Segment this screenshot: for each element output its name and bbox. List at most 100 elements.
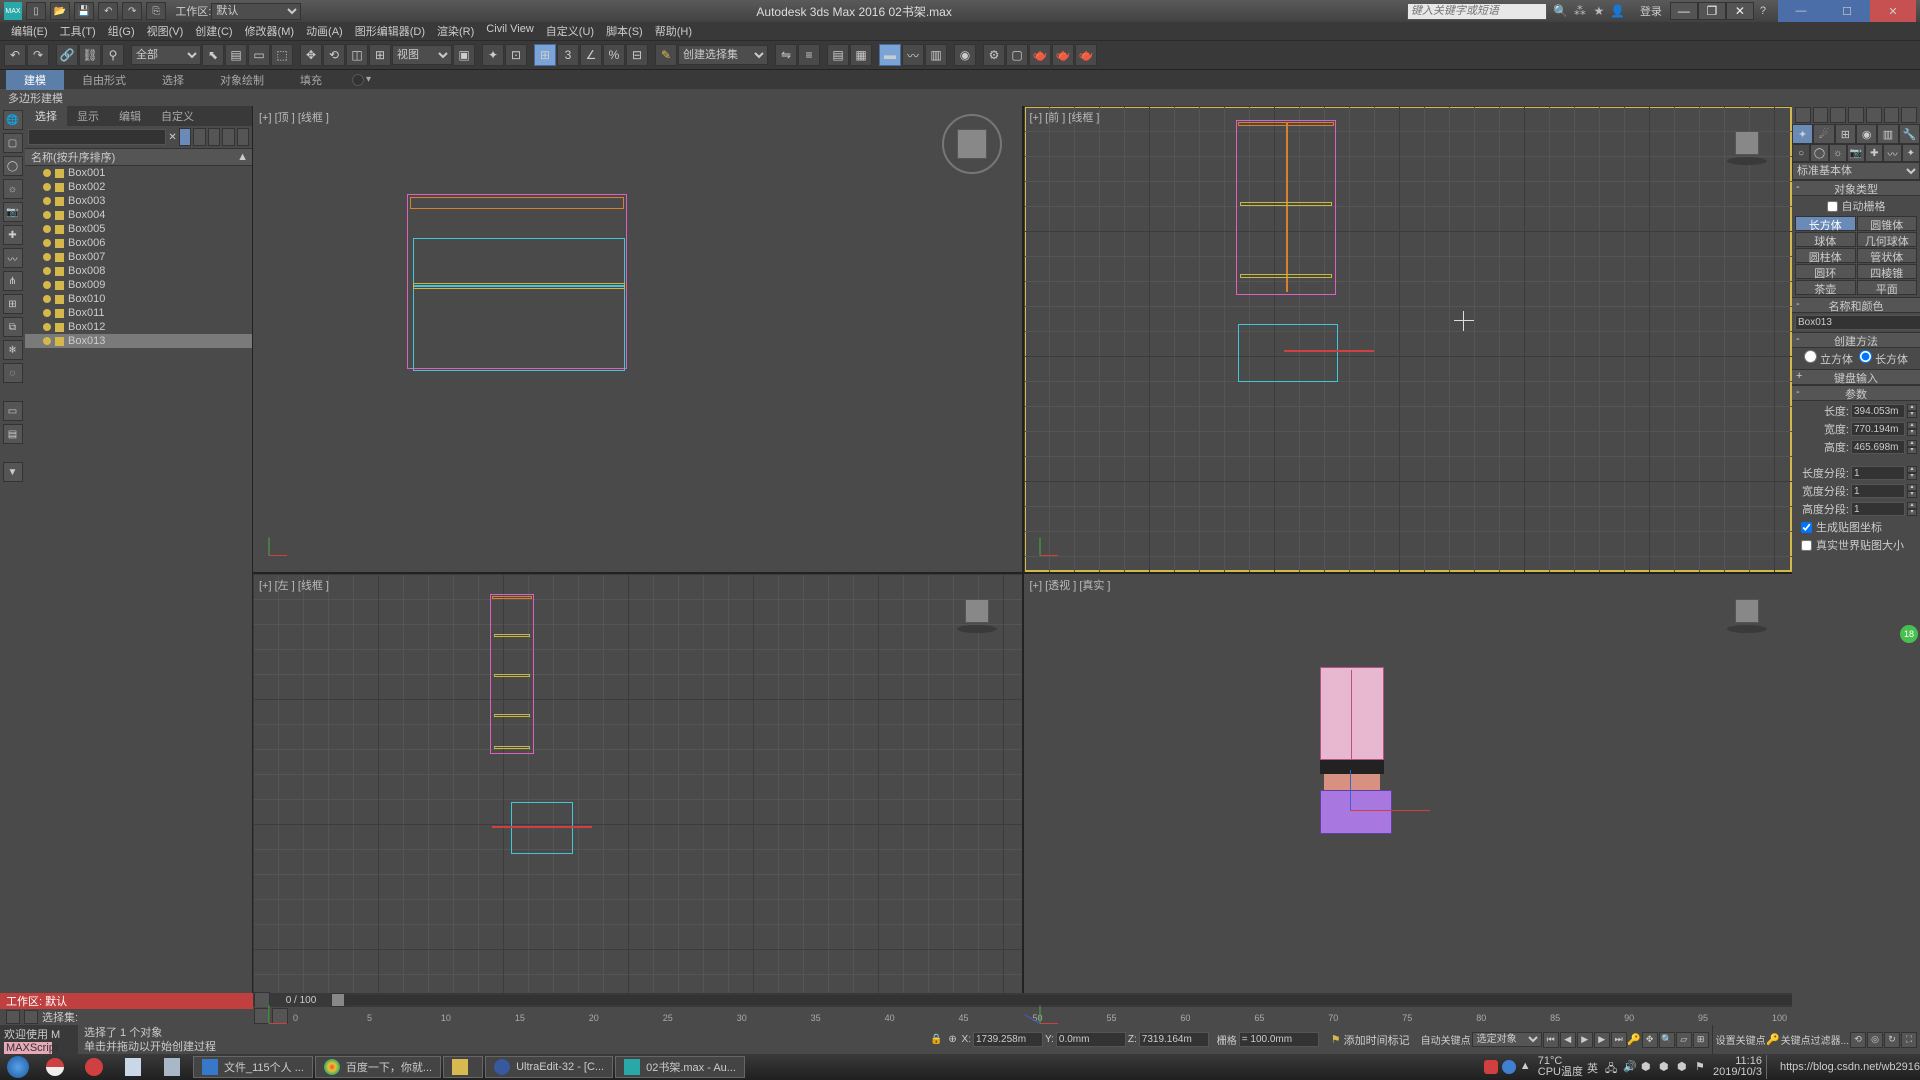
genuv-checkbox[interactable]	[1801, 522, 1812, 533]
tray-clock[interactable]: 11:162019/10/3	[1713, 1056, 1762, 1078]
login-link[interactable]: 登录	[1640, 3, 1662, 19]
prim-teapot-button[interactable]: 茶壶	[1795, 280, 1856, 295]
pivot-icon[interactable]: ▣	[453, 44, 475, 66]
nav-roll-icon[interactable]: ↻	[1884, 1032, 1900, 1048]
nav-fov-icon[interactable]: ▱	[1676, 1032, 1692, 1048]
viewcube[interactable]	[942, 114, 1002, 174]
explorer-tool1-icon[interactable]	[179, 128, 191, 146]
visibility-icon[interactable]	[43, 337, 51, 345]
width-input[interactable]	[1851, 422, 1905, 436]
visibility-icon[interactable]	[43, 183, 51, 191]
visibility-icon[interactable]	[43, 225, 51, 233]
cmd-ic2-icon[interactable]	[1813, 107, 1829, 123]
ls-hidden-icon[interactable]: ◌	[3, 363, 23, 383]
list-item[interactable]: Box012	[25, 320, 252, 334]
time-ruler[interactable]: 0510152025303540455055606570758085909510…	[253, 1007, 1792, 1025]
qat-redo-icon[interactable]: ↷	[122, 2, 142, 20]
geom-subtab-icon[interactable]: ○	[1792, 144, 1810, 162]
nav-dolly-icon[interactable]: ◎	[1867, 1032, 1883, 1048]
render-frame-icon[interactable]: ▢	[1006, 44, 1028, 66]
rotate-icon[interactable]: ⟲	[323, 44, 345, 66]
snap-3-icon[interactable]: 3	[557, 44, 579, 66]
setkey-label[interactable]: 设置关键点	[1716, 1032, 1766, 1047]
explorer-tab-custom[interactable]: 自定义	[151, 106, 204, 126]
explorer-tab-select[interactable]: 选择	[25, 106, 67, 126]
menu-maxscript[interactable]: 脚本(S)	[601, 22, 648, 40]
ribbon-tab-freeform[interactable]: 自由形式	[64, 70, 144, 90]
cpu-temp[interactable]: 71°CCPU温度	[1538, 1056, 1583, 1078]
show-desktop[interactable]	[1766, 1055, 1774, 1079]
rollout-params[interactable]: -参数	[1792, 385, 1920, 401]
tray-a2-icon[interactable]: ⬢	[1659, 1060, 1673, 1074]
ls-filter-icon[interactable]: ▼	[3, 462, 23, 482]
width-spinner[interactable]: ▴▾	[1907, 422, 1917, 436]
lseg-spinner[interactable]: ▴▾	[1907, 466, 1917, 480]
explorer-tab-display[interactable]: 显示	[67, 106, 109, 126]
menu-modifiers[interactable]: 修改器(M)	[240, 22, 300, 40]
list-item[interactable]: Box003	[25, 194, 252, 208]
close-button[interactable]: ✕	[1870, 0, 1916, 22]
explorer-tool2-icon[interactable]	[193, 128, 205, 146]
viewport-top-label[interactable]: [+] [顶 ] [线框 ]	[259, 109, 329, 125]
menu-views[interactable]: 视图(V)	[142, 22, 189, 40]
list-item[interactable]: Box007	[25, 250, 252, 264]
visibility-icon[interactable]	[43, 281, 51, 289]
ref-coord-select[interactable]: 视图	[392, 45, 452, 65]
floating-badge[interactable]: 18	[1900, 625, 1918, 643]
list-item[interactable]: Box009	[25, 278, 252, 292]
menu-customize[interactable]: 自定义(U)	[541, 22, 599, 40]
qat-new-icon[interactable]: ▯	[26, 2, 46, 20]
helpers-subtab-icon[interactable]: ✚	[1865, 144, 1883, 162]
angle-snap-icon[interactable]: ∠	[580, 44, 602, 66]
workspace-header[interactable]: 工作区: 默认	[0, 993, 253, 1009]
prim-tube-button[interactable]: 管状体	[1857, 248, 1918, 263]
menu-animation[interactable]: 动画(A)	[301, 22, 348, 40]
render-last-icon[interactable]: 🫖	[1075, 44, 1097, 66]
viewport-front[interactable]: [+] [前 ] [线框 ]	[1024, 106, 1793, 572]
prim-plane-button[interactable]: 平面	[1857, 280, 1918, 295]
category-select[interactable]: 标准基本体	[1792, 162, 1920, 180]
ribbon-tab-modeling[interactable]: 建模	[6, 70, 64, 90]
modify-tab-icon[interactable]: ☄	[1813, 124, 1834, 144]
object-name-input[interactable]	[1795, 315, 1920, 330]
abs-rel-icon[interactable]: ⊕	[946, 1033, 960, 1047]
ls-bone-icon[interactable]: ⋔	[3, 271, 23, 291]
key-target-select[interactable]: 选定对象	[1472, 1032, 1542, 1047]
lights-subtab-icon[interactable]: ☼	[1829, 144, 1847, 162]
goto-start-icon[interactable]: ⏮	[1543, 1032, 1559, 1048]
viewcube-small-p[interactable]	[1727, 599, 1767, 635]
length-spinner[interactable]: ▴▾	[1907, 404, 1917, 418]
scale-icon[interactable]: ◫	[346, 44, 368, 66]
material-editor-icon[interactable]: ◉	[954, 44, 976, 66]
bind-icon[interactable]: ⚲	[102, 44, 124, 66]
prim-box-button[interactable]: 长方体	[1795, 216, 1856, 231]
maximize-button[interactable]: ☐	[1824, 0, 1870, 22]
utilities-tab-icon[interactable]: 🔧	[1899, 124, 1920, 144]
ribbon-expand-icon[interactable]: ▾	[366, 74, 371, 85]
cmd-ic5-icon[interactable]	[1866, 107, 1882, 123]
list-item[interactable]: Box006	[25, 236, 252, 250]
nav-max-icon[interactable]: ⛶	[1901, 1032, 1917, 1048]
visibility-icon[interactable]	[43, 197, 51, 205]
visibility-icon[interactable]	[43, 267, 51, 275]
edit-selection-icon[interactable]: ✎	[655, 44, 677, 66]
cmd-ic3-icon[interactable]	[1830, 107, 1846, 123]
qat-undo-icon[interactable]: ↶	[98, 2, 118, 20]
rollout-keyboard[interactable]: +键盘输入	[1792, 369, 1920, 385]
explorer-search-input[interactable]	[28, 129, 166, 145]
viewport-left[interactable]: [+] [左 ] [线框 ]	[253, 574, 1022, 1040]
visibility-icon[interactable]	[43, 169, 51, 177]
ws-icon2[interactable]	[24, 1010, 38, 1024]
user-icon[interactable]: 👤	[1610, 3, 1626, 19]
grid-input[interactable]	[1239, 1032, 1319, 1047]
percent-snap-icon[interactable]: %	[603, 44, 625, 66]
menu-civilview[interactable]: Civil View	[481, 22, 538, 40]
hseg-spinner[interactable]: ▴▾	[1907, 502, 1917, 516]
list-item[interactable]: Box011	[25, 306, 252, 320]
prim-torus-button[interactable]: 圆环	[1795, 264, 1856, 279]
help-search-input[interactable]	[1407, 3, 1547, 20]
link-icon[interactable]: 🔗	[56, 44, 78, 66]
viewport-persp-label[interactable]: [+] [透视 ] [真实 ]	[1030, 577, 1111, 593]
motion-tab-icon[interactable]: ◉	[1856, 124, 1877, 144]
menu-edit[interactable]: 编辑(E)	[6, 22, 53, 40]
